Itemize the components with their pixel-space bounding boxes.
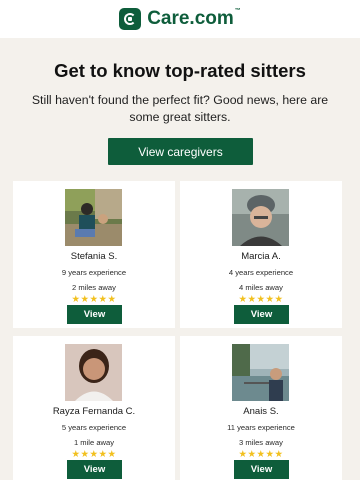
caregiver-distance: 2 miles away (72, 283, 116, 292)
caregiver-name: Stefania S. (70, 251, 118, 262)
caregiver-card: Stefania S. 9 years experience 2 miles a… (13, 181, 175, 328)
view-button[interactable]: View (67, 305, 122, 324)
view-button[interactable]: View (234, 460, 289, 479)
caregiver-photo[interactable] (232, 344, 289, 401)
view-button[interactable]: View (234, 305, 289, 324)
rating-stars: ★★★★★ (238, 449, 284, 460)
caregiver-experience: 9 years experience (61, 268, 127, 277)
caregiver-photo[interactable] (232, 189, 289, 246)
caregiver-experience: 11 years experience (227, 423, 295, 432)
caregiver-name: Rayza Fernanda C. (52, 406, 136, 417)
caregiver-distance: 3 miles away (239, 438, 283, 447)
caregiver-distance: 1 mile away (73, 438, 115, 447)
header: Care.com™ (0, 0, 360, 38)
caregiver-card: Marcia A. 4 years experience 4 miles awa… (180, 181, 342, 328)
caregiver-distance: 4 miles away (239, 283, 283, 292)
care-logo-icon (119, 8, 142, 30)
caregiver-photo[interactable] (65, 344, 122, 401)
brand-name: Care.com™ (147, 8, 241, 30)
caregiver-card: Anais S. 11 years experience 3 miles awa… (180, 336, 342, 480)
trademark: ™ (234, 8, 241, 14)
caregiver-card: Rayza Fernanda C. 5 years experience 1 m… (13, 336, 175, 480)
care-logo[interactable]: Care.com™ (119, 8, 241, 30)
view-button[interactable]: View (67, 460, 122, 479)
caregiver-experience: 4 years experience (228, 268, 294, 277)
caregiver-experience: 5 years experience (61, 423, 127, 432)
page-subtitle: Still haven't found the perfect fit? Goo… (31, 93, 329, 124)
brand-name-text: Care.com (147, 8, 234, 29)
caregiver-name: Marcia A. (241, 251, 281, 262)
caregiver-photo[interactable] (65, 189, 122, 246)
page-title: Get to know top-rated sitters (54, 60, 306, 81)
rating-stars: ★★★★★ (71, 294, 117, 305)
rating-stars: ★★★★★ (238, 294, 284, 305)
rating-stars: ★★★★★ (71, 449, 117, 460)
caregiver-name: Anais S. (243, 406, 279, 417)
view-caregivers-button[interactable]: View caregivers (108, 138, 253, 165)
